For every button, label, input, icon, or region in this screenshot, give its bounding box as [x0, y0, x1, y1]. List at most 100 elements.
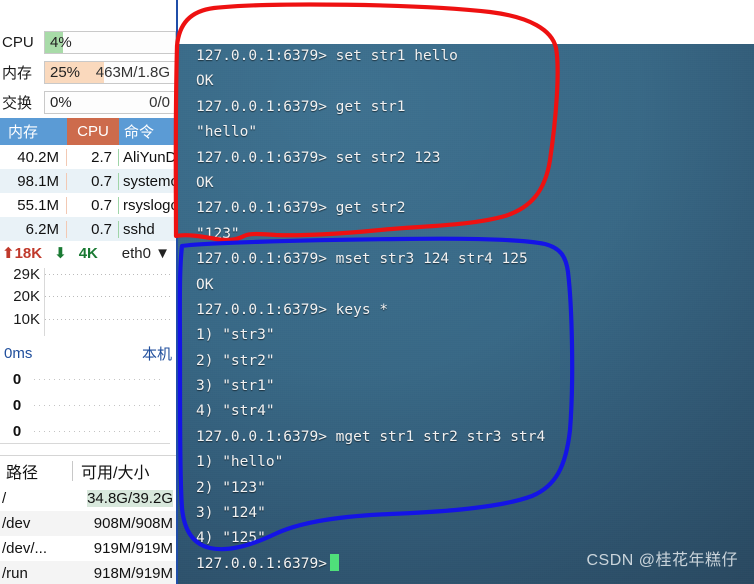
process-memory: 55.1M [0, 196, 67, 214]
network-panel: ⬆ 18K ⬇ 4K eth0 ▼ 29K 20K 10K [0, 240, 176, 338]
list-item[interactable]: /run 918M/919M [0, 561, 176, 584]
meter-memory-detail: 463M/1.8G [95, 64, 170, 81]
process-table: 内存 CPU 命令 40.2M 2.7 AliYunD 98.1M 0.7 sy… [0, 118, 176, 241]
ping-value: 0 [12, 396, 22, 414]
terminal-line: 127.0.0.1:6379> get str1 [196, 98, 406, 115]
process-cpu: 2.7 [67, 148, 119, 166]
meter-memory-percent: 25% [50, 64, 81, 81]
chevron-down-icon: ▼ [155, 244, 170, 262]
meter-cpu-percent: 4% [50, 34, 72, 51]
network-upload-value: 18K [14, 244, 43, 262]
network-interface-selector[interactable]: eth0 ▼ [122, 245, 176, 262]
ping-row: 0 [0, 418, 170, 444]
terminal-line: OK [196, 276, 214, 293]
meter-cpu-bar: 4% [44, 31, 176, 54]
network-plot [44, 268, 170, 336]
column-header-command[interactable]: 命令 [119, 118, 176, 145]
disk-path: /dev/... [2, 540, 48, 557]
terminal-line: 3) "str1" [196, 378, 275, 395]
ping-header: 0ms 本机 [0, 340, 176, 366]
arrow-up-icon: ⬆ [2, 245, 15, 262]
terminal-line: 2) "str2" [196, 352, 275, 369]
process-memory: 6.2M [0, 220, 67, 238]
terminal-line: 1) "str3" [196, 327, 275, 344]
terminal-line: "hello" [196, 124, 258, 141]
column-header-path[interactable]: 路径 [0, 459, 72, 483]
disk-path: / [2, 490, 7, 507]
terminal-line: 127.0.0.1:6379> mset str3 124 str4 125 [196, 251, 528, 268]
network-header: ⬆ 18K ⬇ 4K eth0 ▼ [0, 240, 176, 266]
disk-path: /dev [2, 515, 31, 532]
table-row[interactable]: 40.2M 2.7 AliYunD [0, 145, 176, 169]
process-table-header: 内存 CPU 命令 [0, 118, 176, 145]
ping-gridline [34, 378, 164, 380]
disk-table-header: 路径 可用/大小 [0, 456, 176, 486]
meter-swap-detail: 0/0 [149, 94, 170, 111]
table-row[interactable]: 98.1M 0.7 systemc [0, 169, 176, 193]
network-graph-axis: 29K 20K 10K [0, 266, 42, 338]
meter-swap: 交换 0% 0/0 [0, 88, 176, 117]
process-command: rsyslogc [123, 196, 176, 214]
column-header-memory[interactable]: 内存 [0, 118, 67, 145]
table-row[interactable]: 6.2M 0.7 sshd [0, 217, 176, 241]
list-item[interactable]: / 34.8G/39.2G [0, 486, 176, 511]
terminal-cursor[interactable] [329, 553, 339, 571]
meter-memory-label: 内存 [2, 65, 33, 82]
process-command: AliYunD [123, 148, 176, 166]
ping-row: 0 [0, 392, 170, 418]
ping-gridline [34, 430, 164, 432]
process-cpu: 0.7 [67, 196, 119, 214]
process-command: sshd [123, 220, 155, 238]
meter-swap-percent: 0% [50, 94, 72, 111]
terminal-line: 1) "hello" [196, 454, 284, 471]
ping-value: 0 [12, 422, 22, 440]
ping-latency: 0ms [4, 344, 33, 362]
terminal-line: 127.0.0.1:6379> set str2 123 [196, 149, 441, 166]
process-command: systemc [123, 172, 176, 190]
list-item[interactable]: /dev/... 919M/919M [0, 536, 176, 561]
terminal-line: OK [196, 73, 214, 90]
ping-gridline [34, 404, 164, 406]
terminal-line: 2) "123" [196, 479, 266, 496]
network-axis-label: 10K [13, 311, 40, 328]
disk-path: /run [2, 565, 28, 582]
list-item[interactable]: /dev 908M/908M [0, 511, 176, 536]
terminal-line: 3) "124" [196, 505, 266, 522]
redis-cli-terminal[interactable]: 127.0.0.1:6379> set str1 hello OK 127.0.0.… [178, 0, 754, 584]
column-header-size[interactable]: 可用/大小 [73, 459, 176, 483]
disk-size: 908M/908M [93, 515, 173, 532]
terminal-line: 127.0.0.1:6379> mget str1 str2 str3 str4 [196, 428, 546, 445]
process-memory: 98.1M [0, 172, 67, 190]
terminal-output: 127.0.0.1:6379> set str1 hello OK 127.0.0.… [196, 44, 748, 577]
ping-row: 0 [0, 366, 170, 392]
disk-size: 918M/919M [93, 565, 173, 582]
terminal-line: 127.0.0.1:6379> get str2 [196, 200, 406, 217]
network-graph: 29K 20K 10K [0, 266, 176, 338]
disk-size: 34.8G/39.2G [87, 490, 173, 507]
meter-swap-label: 交换 [2, 95, 33, 112]
terminal-prompt: 127.0.0.1:6379> [196, 555, 327, 572]
process-memory: 40.2M [0, 148, 67, 166]
terminal-line: 4) "str4" [196, 403, 275, 420]
column-header-cpu[interactable]: CPU [67, 118, 119, 145]
ping-panel: 0ms 本机 0 0 0 [0, 340, 176, 444]
network-download-value: 4K [78, 244, 98, 262]
meter-swap-bar: 0% 0/0 [44, 91, 176, 114]
ping-value: 0 [12, 370, 22, 388]
process-cpu: 0.7 [67, 172, 119, 190]
table-row[interactable]: 55.1M 0.7 rsyslogc [0, 193, 176, 217]
ping-host: 本机 [141, 345, 172, 363]
meter-cpu-label: CPU [2, 34, 34, 51]
arrow-down-icon: ⬇ [54, 245, 67, 262]
system-monitor-sidebar: CPU 4% 内存 25% 463M/1.8G 交换 0% 0/0 内存 CPU… [0, 0, 176, 584]
meter-memory: 内存 25% 463M/1.8G [0, 58, 176, 87]
terminal-top-overlap [178, 0, 754, 44]
meter-cpu: CPU 4% [0, 28, 176, 57]
network-interface-label: eth0 [121, 244, 151, 262]
terminal-line: "123" [196, 225, 240, 242]
ping-graph: 0 0 0 [0, 366, 170, 444]
terminal-line: 127.0.0.1:6379> set str1 hello [196, 48, 458, 64]
network-axis-label: 29K [13, 266, 40, 283]
screenshot-root: CPU 4% 内存 25% 463M/1.8G 交换 0% 0/0 内存 CPU… [0, 0, 754, 584]
network-axis-label: 20K [13, 288, 40, 305]
